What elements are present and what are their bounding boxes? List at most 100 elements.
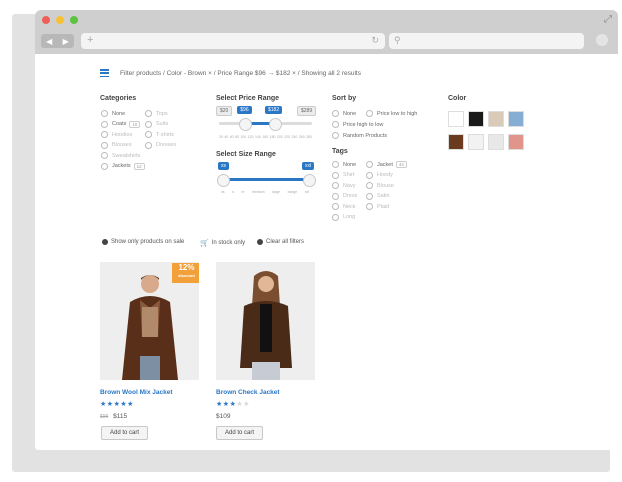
- size-slider-low-handle[interactable]: [217, 174, 230, 187]
- count-badge: 44: [395, 161, 407, 168]
- radio-button[interactable]: [366, 161, 373, 168]
- size-high-label: xxl: [302, 162, 315, 170]
- option-label: Suits: [156, 121, 169, 127]
- color-swatch[interactable]: [508, 134, 524, 150]
- color-swatch[interactable]: [448, 111, 464, 127]
- color-swatch[interactable]: [488, 111, 504, 127]
- on-sale-toggle[interactable]: Show only products on sale: [102, 239, 184, 245]
- radio-button[interactable]: [366, 182, 373, 189]
- tag-option[interactable]: Jacket 44: [366, 161, 407, 168]
- tick-label: 20: [219, 135, 223, 139]
- radio-button[interactable]: [332, 121, 339, 128]
- woman-brown-jacket-photo: [216, 262, 315, 380]
- option-label: Blouse: [377, 182, 394, 189]
- radio-button[interactable]: [145, 110, 152, 117]
- color-swatch[interactable]: [448, 134, 464, 150]
- tag-option[interactable]: Navy: [332, 182, 356, 189]
- tag-option[interactable]: Satin: [366, 192, 390, 200]
- radio-button[interactable]: [101, 152, 108, 159]
- add-to-cart-button[interactable]: Add to cart: [216, 426, 263, 440]
- tag-option[interactable]: Dress: [332, 192, 357, 200]
- category-option[interactable]: Tops: [145, 110, 168, 117]
- category-option[interactable]: Jackets 12: [101, 162, 145, 170]
- option-label: Navy: [343, 182, 356, 189]
- sort-option[interactable]: Price high to low: [332, 121, 383, 128]
- product-name[interactable]: Brown Check Jacket: [216, 389, 280, 396]
- category-option[interactable]: None: [101, 110, 125, 117]
- option-label: Dresses: [156, 142, 177, 148]
- old-price: $99: [100, 414, 109, 420]
- price-range-heading: Select Price Range: [216, 95, 280, 102]
- tag-option[interactable]: Shirt: [332, 171, 354, 179]
- current-price: $109: [216, 413, 231, 420]
- radio-button[interactable]: [366, 110, 373, 117]
- minimize-window-button[interactable]: [56, 16, 64, 24]
- menu-icon[interactable]: [100, 69, 109, 77]
- color-swatch[interactable]: [468, 134, 484, 150]
- forward-icon[interactable]: ▶: [63, 37, 69, 46]
- color-swatch[interactable]: [488, 134, 504, 150]
- new-tab-icon[interactable]: +: [87, 34, 93, 46]
- on-sale-label: Show only products on sale: [111, 239, 185, 245]
- back-icon[interactable]: ◀: [46, 37, 52, 46]
- category-option[interactable]: Blouses: [101, 141, 132, 149]
- price-max-label: $289: [297, 106, 317, 116]
- category-option[interactable]: Coats 10: [101, 120, 141, 128]
- sort-option[interactable]: None: [332, 110, 356, 117]
- sort-option[interactable]: Random Products: [332, 132, 387, 139]
- tag-option[interactable]: Hoody: [366, 171, 393, 179]
- reload-icon[interactable]: ↻: [371, 35, 379, 46]
- tag-option[interactable]: Neck: [332, 203, 356, 210]
- radio-button[interactable]: [332, 161, 339, 168]
- product-image[interactable]: 12% discount: [100, 262, 199, 380]
- radio-button[interactable]: [366, 203, 373, 210]
- radio-button[interactable]: [332, 213, 339, 221]
- radio-button[interactable]: [366, 171, 373, 179]
- radio-button[interactable]: [332, 182, 339, 189]
- product-name[interactable]: Brown Wool Mix Jacket: [100, 389, 172, 396]
- radio-button[interactable]: [101, 120, 108, 128]
- close-window-button[interactable]: [42, 16, 50, 24]
- in-stock-toggle[interactable]: 🛒 In stock only: [200, 239, 245, 247]
- radio-button[interactable]: [101, 162, 108, 170]
- color-swatch[interactable]: [468, 111, 484, 127]
- category-option[interactable]: Suits: [145, 120, 169, 128]
- tick-label: 260: [298, 135, 305, 139]
- category-option[interactable]: Sweatshirts: [101, 152, 140, 159]
- product-image[interactable]: [216, 262, 315, 380]
- maximize-window-button[interactable]: [70, 16, 78, 24]
- tag-option[interactable]: Blouse: [366, 182, 394, 189]
- category-option[interactable]: Hoodies: [101, 131, 132, 138]
- option-label: T-shirts: [156, 131, 175, 138]
- clear-filters-button[interactable]: Clear all filters: [257, 239, 304, 245]
- category-option[interactable]: Dresses: [145, 141, 177, 149]
- radio-button[interactable]: [101, 141, 108, 149]
- browser-search-bar[interactable]: ⚲: [389, 33, 584, 49]
- title-bar: ⤢: [35, 10, 618, 30]
- add-to-cart-button[interactable]: Add to cart: [101, 426, 148, 440]
- price-slider-high-handle[interactable]: [269, 118, 282, 131]
- radio-button[interactable]: [145, 141, 152, 149]
- address-bar[interactable]: + ↻: [81, 33, 385, 49]
- price-slider-low-handle[interactable]: [239, 118, 253, 131]
- radio-button[interactable]: [332, 203, 339, 210]
- sort-option[interactable]: Price low to high: [366, 110, 417, 117]
- color-swatch[interactable]: [508, 111, 524, 127]
- radio-button[interactable]: [332, 171, 339, 179]
- radio-button[interactable]: [366, 192, 373, 200]
- radio-button[interactable]: [101, 131, 108, 138]
- radio-button[interactable]: [332, 192, 339, 200]
- radio-button[interactable]: [145, 120, 152, 128]
- fullscreen-icon[interactable]: ⤢: [604, 14, 612, 25]
- radio-button[interactable]: [101, 110, 108, 117]
- size-low-label: xs: [218, 162, 229, 170]
- radio-button[interactable]: [332, 132, 339, 139]
- category-option[interactable]: T-shirts: [145, 131, 174, 138]
- size-slider-high-handle[interactable]: [303, 174, 316, 187]
- tag-option[interactable]: None: [332, 161, 356, 168]
- radio-button[interactable]: [332, 110, 339, 117]
- browser-menu-button[interactable]: [596, 34, 608, 46]
- tag-option[interactable]: Plaid: [366, 203, 389, 210]
- radio-button[interactable]: [145, 131, 152, 138]
- tag-option[interactable]: Long: [332, 213, 355, 221]
